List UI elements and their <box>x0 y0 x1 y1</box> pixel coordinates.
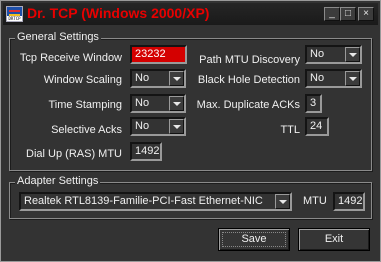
window-scaling-select[interactable]: No <box>130 69 186 88</box>
dial-up-mtu-input[interactable]: 1492 <box>130 142 162 161</box>
time-stamping-select[interactable]: No <box>130 94 186 113</box>
time-stamping-label: Time Stamping <box>48 99 122 111</box>
maximize-icon: □ <box>344 8 352 19</box>
time-stamping-value: No <box>135 97 150 109</box>
minimize-button[interactable]: _ <box>324 7 340 21</box>
tcp-receive-window-label: Tcp Receive Window <box>19 52 122 64</box>
chevron-down-icon[interactable] <box>169 71 184 86</box>
window-title: Dr. TCP (Windows 2000/XP) <box>27 5 210 21</box>
adapter-select[interactable]: Realtek RTL8139-Familie-PCI-Fast Etherne… <box>19 192 292 211</box>
selective-acks-value: No <box>135 120 150 132</box>
exit-button-label: Exit <box>324 233 344 245</box>
title-bar[interactable]: DRTCP Dr. TCP (Windows 2000/XP) _ □ × <box>3 3 378 25</box>
general-settings-title: General Settings <box>15 31 101 43</box>
app-icon-text: DRTCP <box>7 16 22 21</box>
app-icon[interactable]: DRTCP <box>6 6 23 22</box>
chevron-down-icon[interactable] <box>345 47 360 62</box>
ttl-label: TTL <box>280 124 300 136</box>
ttl-input[interactable]: 24 <box>305 117 329 136</box>
exit-button[interactable]: Exit <box>298 228 370 251</box>
app-window: DRTCP Dr. TCP (Windows 2000/XP) _ □ × Ge… <box>0 0 381 262</box>
chevron-down-icon[interactable] <box>275 194 290 209</box>
path-mtu-discovery-value: No <box>310 48 325 60</box>
window-scaling-label: Window Scaling <box>43 74 122 86</box>
adapter-mtu-label: MTU <box>303 195 327 207</box>
minimize-icon: _ <box>329 8 335 19</box>
adapter-settings-title: Adapter Settings <box>15 175 101 187</box>
save-button[interactable]: Save <box>218 228 290 251</box>
chevron-down-icon[interactable] <box>345 71 360 86</box>
black-hole-detection-label: Black Hole Detection <box>197 74 300 86</box>
max-duplicate-acks-label: Max. Duplicate ACKs <box>196 99 300 111</box>
selective-acks-select[interactable]: No <box>130 117 186 136</box>
adapter-select-value: Realtek RTL8139-Familie-PCI-Fast Etherne… <box>24 195 263 207</box>
chevron-down-icon[interactable] <box>169 96 184 111</box>
path-mtu-discovery-label: Path MTU Discovery <box>199 54 300 66</box>
adapter-mtu-input[interactable]: 1492 <box>333 192 365 211</box>
selective-acks-label: Selective Acks <box>51 124 122 136</box>
black-hole-detection-value: No <box>310 72 325 84</box>
path-mtu-discovery-select[interactable]: No <box>305 45 362 64</box>
close-button[interactable]: × <box>358 7 374 21</box>
black-hole-detection-select[interactable]: No <box>305 69 362 88</box>
chevron-down-icon[interactable] <box>169 119 184 134</box>
dial-up-mtu-label: Dial Up (RAS) MTU <box>26 148 122 160</box>
window-scaling-value: No <box>135 72 150 84</box>
maximize-button[interactable]: □ <box>340 7 356 21</box>
tcp-receive-window-input[interactable]: 23232 <box>130 45 187 64</box>
max-duplicate-acks-input[interactable]: 3 <box>305 94 322 113</box>
close-icon: × <box>363 8 369 19</box>
save-button-label: Save <box>241 233 267 245</box>
